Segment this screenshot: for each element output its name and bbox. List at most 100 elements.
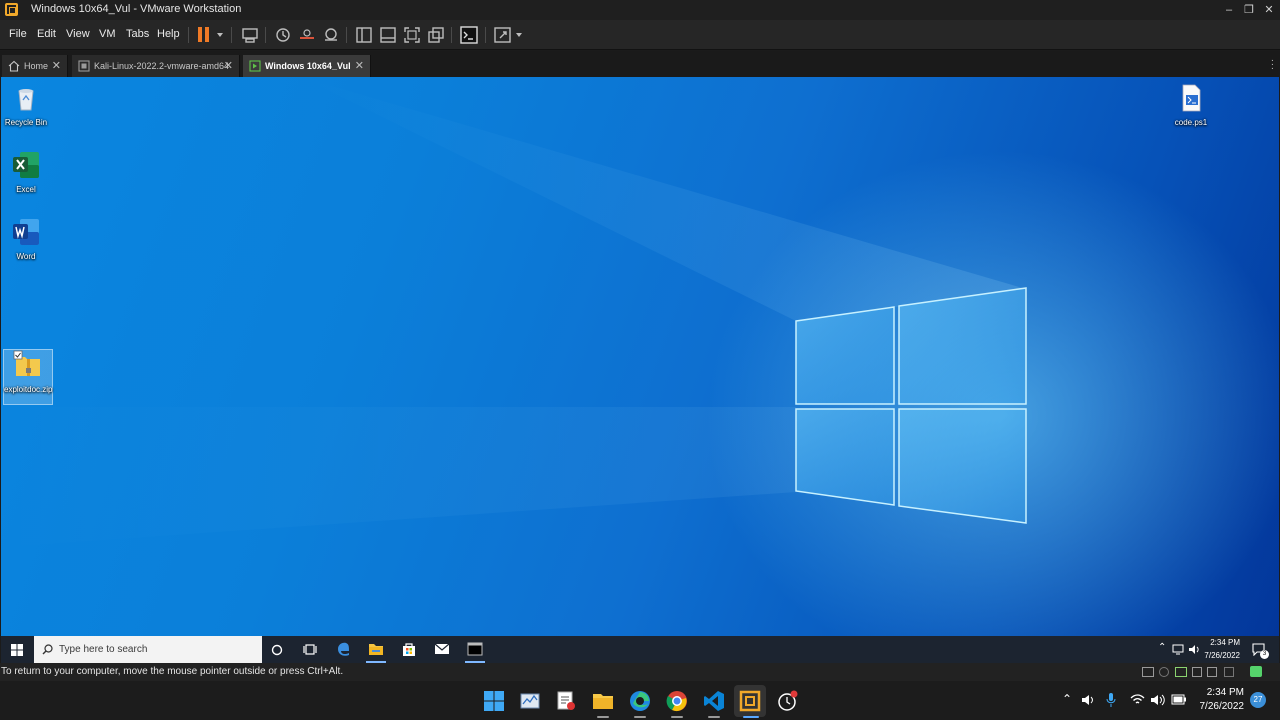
snipping-tool-icon[interactable] bbox=[555, 690, 577, 712]
vm-running-icon bbox=[249, 60, 261, 72]
microphone-icon[interactable] bbox=[1105, 692, 1117, 708]
volume-host-icon[interactable] bbox=[1150, 693, 1165, 707]
vm-icon bbox=[78, 60, 90, 72]
desktop-icon-recycle-bin[interactable]: Recycle Bin bbox=[1, 83, 51, 127]
show-library-icon[interactable] bbox=[354, 25, 374, 45]
vmware-taskbar-icon[interactable] bbox=[739, 690, 761, 712]
recycle-bin-icon bbox=[18, 89, 34, 111]
taskbar-search-input[interactable]: Type here to search bbox=[34, 636, 262, 663]
usb-icon[interactable] bbox=[1192, 667, 1202, 677]
host-clock-time[interactable]: 2:34 PM bbox=[1190, 687, 1244, 698]
vmware-status-bar: To return to your computer, move the mou… bbox=[0, 663, 1280, 681]
guest-taskbar: Type here to search ⌃ 2:34 PM 7/26/2022 … bbox=[1, 636, 1279, 663]
search-placeholder: Type here to search bbox=[59, 644, 148, 655]
desktop-icon-word[interactable]: Word bbox=[1, 217, 51, 261]
edge-legacy-icon[interactable] bbox=[336, 641, 352, 657]
window-title: Windows 10x64_Vul - VMware Workstation bbox=[31, 3, 242, 15]
app-with-notification-icon[interactable] bbox=[776, 690, 798, 712]
snapshot-icon[interactable] bbox=[273, 25, 293, 45]
close-window-button[interactable]: ✕ bbox=[1259, 1, 1279, 19]
close-tab-icon[interactable]: ✕ bbox=[355, 55, 364, 77]
search-icon bbox=[42, 644, 53, 655]
menu-help[interactable]: Help bbox=[157, 28, 180, 40]
close-tab-icon[interactable]: ✕ bbox=[224, 55, 233, 77]
menu-file[interactable]: File bbox=[9, 28, 27, 40]
terminal-icon[interactable] bbox=[467, 642, 483, 656]
speaker-host-icon[interactable] bbox=[1081, 693, 1095, 707]
file-explorer-icon[interactable] bbox=[368, 642, 384, 656]
desktop-icon-label: exploitdoc.zip bbox=[4, 385, 53, 394]
tab-home[interactable]: Home ✕ bbox=[2, 55, 68, 77]
windows-start-icon[interactable] bbox=[483, 690, 505, 712]
start-button-icon[interactable] bbox=[11, 644, 23, 656]
guest-desktop[interactable]: Recycle Bin Excel Word exploitdoc.zip co… bbox=[1, 77, 1279, 636]
status-message: To return to your computer, move the mou… bbox=[1, 666, 344, 677]
show-hidden-icons-icon[interactable]: ⌃ bbox=[1158, 642, 1166, 653]
home-icon bbox=[8, 60, 20, 72]
desktop-icon-label: Recycle Bin bbox=[4, 118, 48, 127]
word-icon bbox=[13, 219, 39, 245]
revert-snapshot-icon[interactable] bbox=[297, 25, 317, 45]
file-explorer-host-icon[interactable] bbox=[592, 690, 614, 712]
guest-clock-date[interactable]: 7/26/2022 bbox=[1202, 651, 1240, 660]
menu-view[interactable]: View bbox=[66, 28, 90, 40]
thumbnail-bar-icon[interactable] bbox=[378, 25, 398, 45]
unity-icon[interactable] bbox=[426, 25, 446, 45]
volume-icon[interactable] bbox=[1188, 644, 1200, 655]
restore-button[interactable]: ❐ bbox=[1239, 1, 1259, 19]
host-notification-badge[interactable]: 27 bbox=[1250, 692, 1266, 708]
pause-vm-icon[interactable] bbox=[198, 27, 210, 42]
network-icon[interactable] bbox=[1172, 644, 1184, 655]
cd-dvd-icon[interactable] bbox=[1159, 667, 1169, 677]
battery-icon[interactable] bbox=[1171, 694, 1187, 705]
chrome-icon[interactable] bbox=[666, 690, 688, 712]
notification-count-badge: 3 bbox=[1260, 650, 1269, 659]
task-manager-icon[interactable] bbox=[519, 690, 541, 712]
vmware-app-icon bbox=[5, 3, 18, 16]
menu-vm[interactable]: VM bbox=[99, 28, 116, 40]
tab-kali-linux[interactable]: Kali-Linux-2022.2-vmware-amd64 ✕ bbox=[72, 55, 240, 77]
edge-icon[interactable] bbox=[629, 690, 651, 712]
guest-clock-time[interactable]: 2:34 PM bbox=[1202, 638, 1240, 647]
close-tab-icon[interactable]: ✕ bbox=[52, 55, 61, 77]
menu-toolbar: File Edit View VM Tabs Help bbox=[0, 20, 1280, 50]
wifi-icon[interactable] bbox=[1130, 693, 1145, 706]
minimize-button[interactable]: – bbox=[1219, 1, 1239, 19]
tab-label: Kali-Linux-2022.2-vmware-amd64 bbox=[94, 61, 230, 71]
store-icon[interactable] bbox=[401, 641, 417, 657]
more-icon[interactable]: ... bbox=[1271, 54, 1274, 72]
tab-label: Windows 10x64_Vul bbox=[265, 61, 351, 71]
desktop-icon-label: code.ps1 bbox=[1174, 118, 1208, 127]
full-screen-icon[interactable] bbox=[402, 25, 422, 45]
mail-icon[interactable] bbox=[434, 643, 450, 655]
desktop-icon-excel[interactable]: Excel bbox=[1, 150, 51, 194]
desktop-icon-code-ps1[interactable]: code.ps1 bbox=[1166, 83, 1216, 127]
host-taskbar: ⌃ 2:34 PM 7/26/2022 bbox=[0, 681, 1280, 720]
stretch-dropdown-icon[interactable] bbox=[516, 33, 522, 37]
message-log-icon[interactable] bbox=[1250, 666, 1262, 677]
vm-tab-bar: Home ✕ Kali-Linux-2022.2-vmware-amd64 ✕ … bbox=[0, 51, 1280, 77]
task-view-icon[interactable] bbox=[303, 643, 317, 656]
show-hidden-icons-host-icon[interactable]: ⌃ bbox=[1062, 692, 1072, 706]
tab-windows-vul[interactable]: Windows 10x64_Vul ✕ bbox=[243, 55, 371, 77]
sound-card-icon[interactable] bbox=[1207, 667, 1217, 677]
wallpaper-logo bbox=[1, 77, 1027, 547]
printer-icon[interactable] bbox=[1224, 667, 1234, 677]
hard-disk-icon[interactable] bbox=[1142, 667, 1154, 677]
vscode-icon[interactable] bbox=[703, 690, 725, 712]
desktop-icon-label: Word bbox=[16, 252, 36, 261]
powershell-file-icon bbox=[1182, 84, 1201, 112]
stretch-guest-icon[interactable] bbox=[493, 25, 513, 45]
menu-edit[interactable]: Edit bbox=[37, 28, 56, 40]
cortana-icon[interactable] bbox=[271, 644, 283, 656]
vmware-title-bar: Windows 10x64_Vul - VMware Workstation –… bbox=[0, 0, 1280, 20]
snapshot-manager-icon[interactable] bbox=[321, 25, 341, 45]
console-view-icon[interactable] bbox=[459, 25, 479, 45]
desktop-icon-exploit-zip[interactable]: exploitdoc.zip bbox=[3, 349, 53, 405]
power-dropdown-icon[interactable] bbox=[217, 33, 223, 37]
host-clock-date[interactable]: 7/26/2022 bbox=[1190, 701, 1245, 712]
network-adapter-icon[interactable] bbox=[1175, 667, 1187, 677]
menu-tabs[interactable]: Tabs bbox=[126, 28, 149, 40]
tab-label: Home bbox=[24, 61, 49, 71]
send-ctrl-alt-del-icon[interactable] bbox=[240, 25, 260, 45]
